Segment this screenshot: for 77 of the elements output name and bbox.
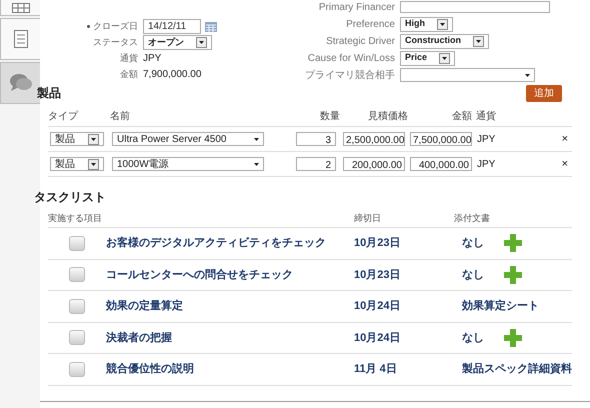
due-date: 10月24日 (354, 299, 402, 314)
dropdown-arrow-icon[interactable] (525, 74, 530, 76)
remove-button[interactable]: × (562, 130, 568, 148)
plus-icon[interactable] (504, 266, 522, 284)
quantity-field[interactable]: 3 (296, 132, 336, 146)
currency-text: JPY (477, 158, 496, 172)
due-date: 10月23日 (354, 268, 402, 282)
table-icon (12, 2, 30, 12)
plus-icon[interactable] (504, 328, 522, 347)
column-header: 通貨 (476, 110, 496, 124)
select-field[interactable] (400, 68, 535, 82)
select-field[interactable]: オープン (143, 35, 212, 50)
section-title: タスクリスト (34, 189, 107, 206)
attachment-text: 効果算定シート (462, 298, 539, 314)
field-label: Preference (345, 18, 396, 32)
task-checkbox[interactable] (69, 330, 85, 346)
attachment-text: なし (462, 236, 485, 251)
add-button[interactable]: 追加 (526, 84, 562, 102)
attachment-text: なし (462, 330, 485, 346)
due-date: 10月23日 (354, 236, 402, 251)
field-label: クローズ日 (93, 20, 138, 33)
side-tab[interactable] (0, 0, 40, 16)
input-field[interactable] (400, 1, 550, 13)
column-header: 数量 (319, 110, 340, 124)
task-checkbox[interactable] (69, 362, 85, 377)
task-checkbox[interactable] (69, 236, 85, 251)
task-name: お客様のデジタルアクティビティをチェック (106, 236, 327, 251)
product-select[interactable]: Ultra Power Server 4500 (112, 132, 264, 146)
field-label: Strategic Driver (325, 34, 396, 48)
field-label: Primary Financer (318, 0, 396, 14)
column-header: 締切日 (354, 212, 382, 225)
field-value: 7,900,000.00 (143, 68, 202, 82)
select-field[interactable]: Price (400, 50, 456, 66)
task-name: 効果の定量算定 (106, 298, 184, 314)
field-label: 金額 (120, 68, 138, 81)
currency-text: JPY (477, 132, 496, 146)
column-header: 名前 (110, 110, 131, 124)
quoted-amount-field[interactable]: 2,500,000.00 (343, 132, 405, 146)
plus-icon[interactable] (504, 234, 522, 252)
calendar-icon[interactable] (205, 22, 217, 32)
due-date: 11月 4日 (354, 362, 398, 377)
field-label: 通貨 (120, 52, 138, 65)
section-title: 製品 (37, 85, 61, 102)
required-marker (87, 25, 90, 28)
type-select[interactable]: 製品 (50, 132, 104, 146)
product-select[interactable]: 1000W電源 (112, 157, 264, 171)
attachment-text: なし (462, 268, 485, 282)
date-field[interactable]: 14/12/11 (143, 19, 201, 34)
task-checkbox[interactable] (69, 298, 85, 314)
list-icon (14, 30, 28, 48)
side-tab[interactable] (0, 18, 40, 60)
column-header: 見積価格 (367, 110, 408, 124)
task-checkbox[interactable] (69, 267, 85, 282)
total-field[interactable]: 400,000.00 (410, 157, 472, 171)
due-date: 10月24日 (354, 330, 402, 346)
field-label: プライマリ競合相手 (304, 68, 396, 82)
field-label: ステータス (93, 36, 138, 49)
select-field[interactable]: High (400, 16, 453, 32)
task-name: コールセンターへの問合せをチェック (106, 268, 294, 282)
select-field[interactable]: Construction (400, 34, 489, 48)
column-header: タイプ (48, 110, 80, 124)
dropdown-arrow-icon[interactable] (254, 162, 259, 166)
field-value: JPY (143, 52, 162, 66)
dropdown-arrow-icon[interactable] (254, 138, 259, 140)
column-header: 実施する項目 (48, 212, 103, 225)
quoted-amount-field[interactable]: 200,000.00 (343, 157, 405, 171)
task-name: 決裁者の把握 (106, 330, 173, 346)
remove-button[interactable]: × (562, 156, 568, 172)
column-header: 金額 (451, 110, 472, 124)
quantity-field[interactable]: 2 (296, 157, 336, 171)
speech-bubbles-icon (8, 72, 32, 94)
total-field[interactable]: 7,500,000.00 (410, 132, 472, 146)
field-label: Cause for Win/Loss (306, 52, 396, 66)
type-select[interactable]: 製品 (50, 157, 104, 171)
attachment-text: 製品スペック詳細資料 (462, 362, 572, 377)
column-header: 添付文書 (454, 212, 490, 225)
task-name: 競合優位性の説明 (106, 362, 195, 377)
